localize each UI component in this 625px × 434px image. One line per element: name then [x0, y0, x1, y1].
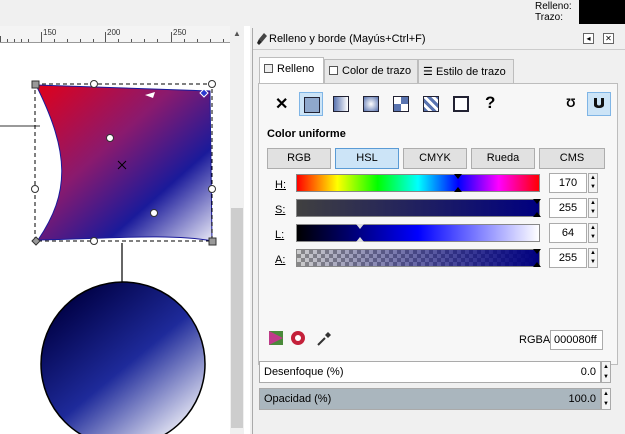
lightness-label: L: — [275, 229, 285, 241]
drawing-canvas[interactable]: 150 200 250 ▲ — [0, 26, 250, 434]
mode-cms-button[interactable]: CMS — [539, 148, 605, 169]
fill-color-swatch[interactable] — [579, 0, 625, 24]
tab-stroke-style-label: Estilo de trazo — [436, 66, 506, 78]
paintbrush-icon — [257, 33, 267, 45]
tab-stroke-paint[interactable]: Color de trazo — [324, 59, 418, 83]
lightness-spinner[interactable]: ▲ ▼ — [588, 223, 598, 243]
blur-row[interactable]: Desenfoque (%) 0.0 — [259, 361, 601, 383]
hue-slider-marker-top[interactable] — [454, 174, 462, 179]
linear-gradient-icon — [333, 96, 349, 112]
scroll-up-icon[interactable]: ▲ — [233, 29, 241, 38]
blur-spinner[interactable]: ▲ ▼ — [601, 361, 611, 383]
alpha-slider[interactable] — [296, 249, 541, 267]
lightness-slider-marker-bottom[interactable] — [356, 237, 364, 242]
saturation-value-field[interactable]: 255 — [549, 198, 587, 218]
rgba-label: RGBA: — [519, 334, 554, 346]
hue-slider[interactable] — [296, 174, 540, 192]
evenodd-icon: Ʊ — [566, 96, 576, 110]
saturation-label: S: — [275, 204, 286, 216]
close-icon[interactable]: ✕ — [603, 33, 614, 44]
no-paint-icon: ✕ — [275, 96, 289, 113]
mode-rgb-button[interactable]: RGB — [267, 148, 331, 169]
ruler-ticks — [0, 32, 224, 42]
opacity-spinner[interactable]: ▲ ▼ — [601, 388, 611, 410]
section-title: Color uniforme — [267, 128, 346, 140]
tab-stroke-style[interactable]: ☰ Estilo de trazo — [418, 59, 514, 83]
color-picker-icon[interactable] — [315, 328, 335, 348]
pattern-button[interactable] — [419, 92, 443, 116]
saturation-slider-marker-top[interactable] — [533, 199, 541, 204]
dialog-titlebar: Relleno y borde (Mayús+Ctrl+F) ◂ ✕ — [253, 28, 625, 50]
lightness-value-field[interactable]: 64 — [549, 223, 587, 243]
swatch-icon — [453, 96, 469, 112]
scrollbar-thumb[interactable] — [231, 208, 243, 428]
flat-color-button[interactable] — [299, 92, 323, 116]
question-mark-icon: ? — [485, 93, 496, 112]
blur-label: Desenfoque (%) — [264, 366, 344, 378]
unset-paint-button[interactable]: ? — [479, 92, 503, 116]
gradient-circle[interactable] — [40, 281, 206, 434]
alpha-value-field[interactable]: 255 — [549, 248, 587, 268]
horizontal-ruler: 150 200 250 — [0, 26, 230, 43]
mode-hsl-button[interactable]: HSL — [335, 148, 399, 169]
fill-rule-nonzero-button[interactable] — [587, 92, 611, 116]
blur-value[interactable]: 0.0 — [581, 366, 596, 378]
saturation-slider[interactable] — [296, 199, 541, 217]
alpha-label: A: — [275, 254, 286, 266]
alpha-spinner[interactable]: ▲ ▼ — [588, 248, 598, 268]
opacity-row[interactable]: Opacidad (%) 100.0 — [259, 388, 601, 410]
style-indicator: Relleno: Trazo: — [0, 0, 625, 26]
saturation-spinner[interactable]: ▲ ▼ — [588, 198, 598, 218]
radial-gradient-icon — [363, 96, 379, 112]
radial-gradient-button[interactable] — [359, 92, 383, 116]
hue-spinner[interactable]: ▲ ▼ — [588, 173, 598, 193]
fill-rule-evenodd-button[interactable]: Ʊ — [559, 92, 583, 116]
out-of-gamut-icon[interactable] — [289, 328, 309, 348]
saturation-slider-marker-bottom[interactable] — [533, 212, 541, 217]
opacity-label: Opacidad (%) — [264, 393, 332, 405]
color-managed-icon[interactable] — [267, 328, 287, 348]
mode-wheel-button[interactable]: Rueda — [471, 148, 535, 169]
dock-collapse-icon[interactable]: ◂ — [583, 33, 594, 44]
hue-value-field[interactable]: 170 — [549, 173, 587, 193]
no-paint-button[interactable]: ✕ — [269, 92, 293, 116]
hue-label: H: — [275, 179, 286, 191]
fill-stroke-dialog: Relleno y borde (Mayús+Ctrl+F) ◂ ✕ Relle… — [252, 28, 625, 434]
hue-slider-marker-bottom[interactable] — [454, 187, 462, 192]
vertical-scrollbar[interactable]: ▲ — [230, 26, 244, 434]
lightness-slider[interactable] — [296, 224, 540, 242]
tab-fill[interactable]: Relleno — [259, 57, 324, 83]
flat-color-icon — [304, 97, 320, 113]
nonzero-icon — [594, 98, 604, 108]
linear-gradient-button[interactable] — [329, 92, 353, 116]
mode-cmyk-button[interactable]: CMYK — [403, 148, 467, 169]
mesh-gradient-icon — [393, 96, 409, 112]
drawing-content[interactable] — [0, 43, 230, 434]
fill-indicator-label: Relleno: — [535, 1, 572, 12]
rgba-field[interactable]: 000080ff — [550, 330, 603, 350]
tab-fill-label: Relleno — [277, 63, 315, 75]
lightness-slider-marker-top[interactable] — [356, 224, 364, 229]
stroke-paint-tab-icon — [329, 66, 338, 75]
mesh-gradient-button[interactable] — [389, 92, 413, 116]
fill-tab-icon — [264, 64, 273, 73]
stroke-style-tab-icon: ☰ — [423, 66, 433, 78]
alpha-slider-marker-top[interactable] — [533, 249, 541, 254]
swatch-button[interactable] — [449, 92, 473, 116]
opacity-value[interactable]: 100.0 — [568, 393, 596, 405]
pattern-icon — [423, 96, 439, 112]
alpha-slider-marker-bottom[interactable] — [533, 262, 541, 267]
dialog-title: Relleno y borde (Mayús+Ctrl+F) — [269, 33, 426, 45]
tab-stroke-paint-label: Color de trazo — [342, 65, 412, 77]
stroke-indicator-label: Trazo: — [535, 12, 563, 23]
